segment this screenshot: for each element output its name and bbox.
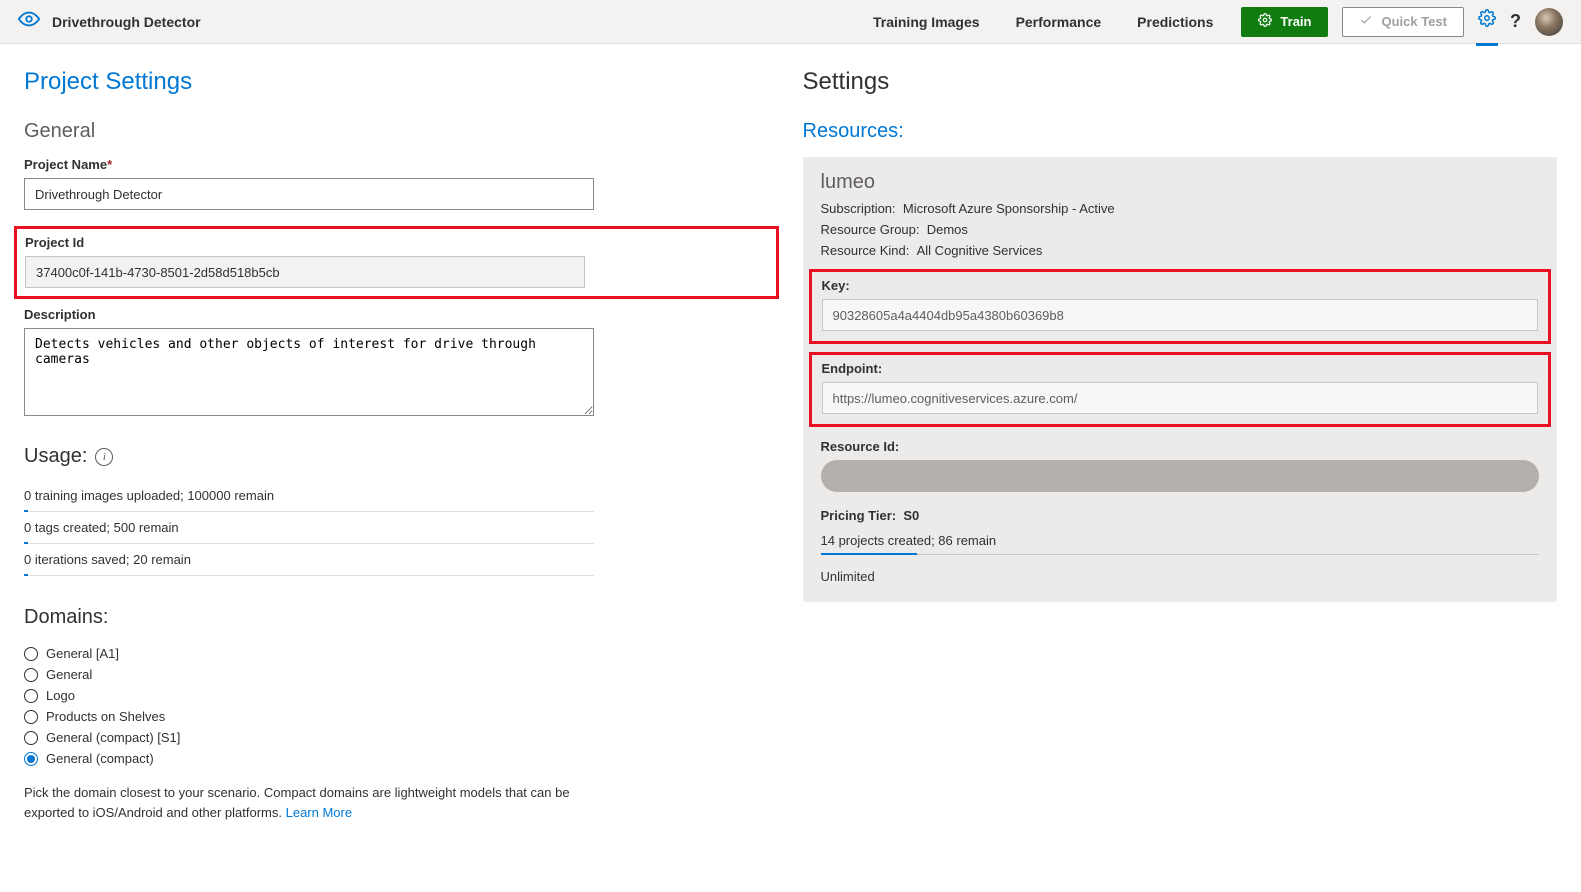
resource-id-label: Resource Id: [821, 439, 1540, 454]
help-icon[interactable]: ? [1510, 11, 1521, 32]
domain-option-logo[interactable]: Logo [24, 685, 779, 706]
nav-performance[interactable]: Performance [1012, 2, 1106, 42]
radio-icon [24, 710, 38, 724]
domains-radio-group: General [A1] General Logo Products on Sh… [24, 643, 779, 769]
usage-heading: Usage: i [24, 445, 779, 468]
check-icon [1359, 13, 1373, 30]
description-field: Description [24, 307, 779, 421]
key-input[interactable] [822, 299, 1539, 331]
domain-option-general[interactable]: General [24, 664, 779, 685]
domain-option-general-a1[interactable]: General [A1] [24, 643, 779, 664]
projects-row: 14 projects created; 86 remain [821, 527, 1540, 555]
domains-heading: Domains: [24, 606, 779, 629]
project-id-label: Project Id [25, 235, 768, 250]
resource-id-field: Resource Id: [821, 439, 1540, 492]
description-textarea[interactable] [24, 328, 594, 416]
left-column: Project Settings General Project Name* P… [24, 68, 779, 822]
app-header: Drivethrough Detector Training Images Pe… [0, 0, 1581, 44]
usage-row-iterations: 0 iterations saved; 20 remain [24, 544, 594, 576]
eye-icon [18, 8, 40, 35]
radio-icon [24, 647, 38, 661]
app-title: Drivethrough Detector [52, 14, 201, 30]
endpoint-input[interactable] [822, 382, 1539, 414]
subscription-row: Subscription: Microsoft Azure Sponsorshi… [821, 198, 1540, 219]
resource-group-row: Resource Group: Demos [821, 219, 1540, 240]
header-nav: Training Images Performance Predictions [201, 2, 1242, 42]
domain-note: Pick the domain closest to your scenario… [24, 783, 594, 822]
learn-more-link[interactable]: Learn More [286, 805, 352, 820]
info-icon[interactable]: i [95, 448, 113, 466]
page-title: Project Settings [24, 68, 779, 96]
nav-training-images[interactable]: Training Images [869, 2, 984, 42]
project-name-label: Project Name* [24, 157, 779, 172]
resource-id-redacted [821, 460, 1540, 492]
project-id-input[interactable] [25, 256, 585, 288]
project-name-field: Project Name* [24, 157, 779, 210]
avatar[interactable] [1535, 8, 1563, 36]
key-label: Key: [822, 278, 1539, 293]
header-right: Train Quick Test ? [1241, 7, 1563, 37]
main-content: Project Settings General Project Name* P… [0, 44, 1581, 846]
resource-panel: lumeo Subscription: Microsoft Azure Spon… [803, 157, 1558, 602]
unlimited-row: Unlimited [821, 569, 1540, 584]
nav-predictions[interactable]: Predictions [1133, 2, 1217, 42]
train-label: Train [1280, 14, 1311, 29]
train-button[interactable]: Train [1241, 7, 1328, 37]
quick-test-button[interactable]: Quick Test [1342, 7, 1464, 37]
project-id-highlight: Project Id [14, 226, 779, 299]
radio-icon [24, 668, 38, 682]
resources-heading: Resources: [803, 120, 1558, 143]
usage-row-tags: 0 tags created; 500 remain [24, 512, 594, 544]
quick-test-label: Quick Test [1381, 14, 1447, 29]
project-name-input[interactable] [24, 178, 594, 210]
pricing-tier-row: Pricing Tier: S0 [821, 508, 1540, 523]
general-heading: General [24, 120, 779, 143]
resource-name: lumeo [821, 171, 1540, 194]
active-tab-indicator [1476, 43, 1498, 46]
right-column: Settings Resources: lumeo Subscription: … [803, 68, 1558, 822]
gear-cog-icon [1258, 13, 1272, 30]
settings-icon[interactable] [1478, 9, 1496, 34]
radio-icon [24, 752, 38, 766]
header-left: Drivethrough Detector [18, 8, 201, 35]
key-highlight: Key: [809, 269, 1552, 344]
description-label: Description [24, 307, 779, 322]
domain-option-products-shelves[interactable]: Products on Shelves [24, 706, 779, 727]
endpoint-highlight: Endpoint: [809, 352, 1552, 427]
settings-title: Settings [803, 68, 1558, 96]
usage-row-images: 0 training images uploaded; 100000 remai… [24, 480, 594, 512]
endpoint-label: Endpoint: [822, 361, 1539, 376]
domain-option-general-compact[interactable]: General (compact) [24, 748, 779, 769]
domain-option-general-compact-s1[interactable]: General (compact) [S1] [24, 727, 779, 748]
radio-icon [24, 689, 38, 703]
radio-icon [24, 731, 38, 745]
resource-kind-row: Resource Kind: All Cognitive Services [821, 240, 1540, 261]
